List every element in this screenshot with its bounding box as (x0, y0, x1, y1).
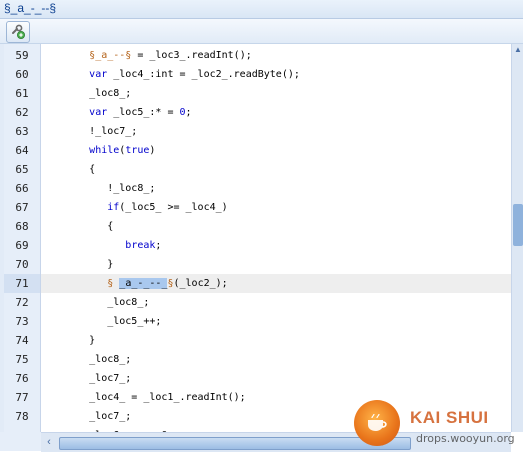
scroll-up-arrow-icon[interactable]: ▲ (512, 44, 523, 56)
toolbar (0, 19, 523, 44)
current-code-line[interactable]: § _a_-_--_§(_loc2_); (41, 274, 511, 293)
code-token: ; (155, 240, 162, 251)
code-token: ) (149, 145, 156, 156)
watermark: KAI SHUI drops.wooyun.org (354, 400, 523, 451)
line-number: 70 (15, 258, 29, 271)
code-token: _loc5_:* = (107, 107, 180, 118)
line-number: 69 (15, 239, 29, 252)
code-token: } (41, 259, 114, 270)
scroll-corner (0, 432, 41, 451)
line-number: 74 (15, 334, 29, 347)
line-number: 63 (15, 125, 29, 138)
line-number: 76 (15, 372, 29, 385)
code-line[interactable]: _loc7_; (41, 369, 511, 388)
code-token: while (89, 145, 120, 156)
code-line[interactable]: var _loc5_:* = 0; (41, 103, 511, 122)
code-token: §_a_--§ (89, 50, 132, 61)
code-token: (_loc5_ >= _loc4_) (119, 202, 228, 213)
line-number: 67 (15, 201, 29, 214)
vertical-scrollbar[interactable]: ▲ (511, 44, 523, 432)
code-line[interactable]: if(_loc5_ >= _loc4_) (41, 198, 511, 217)
line-number: 72 (15, 296, 29, 309)
window-title: §_a_-_--§ (4, 1, 57, 15)
line-number: 75 (15, 353, 29, 366)
code-token: _loc4_ = _loc1_.readInt(); (41, 392, 246, 403)
code-token: ; (185, 107, 192, 118)
code-line[interactable]: _loc8_; (41, 84, 511, 103)
code-token: = _loc3_.readInt(); (131, 50, 252, 61)
line-number: 71 (4, 274, 40, 293)
line-number: 61 (15, 87, 29, 100)
code-token: !_loc8_; (41, 183, 156, 194)
code-token: break (125, 240, 156, 251)
scroll-left-arrow-icon[interactable]: ‹ (43, 435, 55, 449)
line-number: 60 (15, 68, 29, 81)
settings-link-icon (12, 24, 25, 39)
kaishui-logo (354, 400, 400, 446)
code-line[interactable]: _loc5_++; (41, 312, 511, 331)
line-number: 62 (15, 106, 29, 119)
code-token: var (89, 107, 108, 118)
code-line[interactable]: } (41, 255, 511, 274)
line-number: 73 (15, 315, 29, 328)
line-number: 64 (15, 144, 29, 157)
code-line[interactable]: !_loc7_; (41, 122, 511, 141)
watermark-site: drops.wooyun.org (416, 432, 515, 445)
line-number: 68 (15, 220, 29, 233)
code-token: _loc8_; (41, 354, 132, 365)
code-token: _loc8_; (41, 88, 132, 99)
code-token: _loc7_; (41, 411, 132, 422)
settings-link-button[interactable] (6, 21, 30, 43)
code-token: { (41, 164, 96, 175)
code-token: _loc7_; (41, 373, 132, 384)
code-line[interactable]: §_a_--§ = _loc3_.readInt(); (41, 46, 511, 65)
code-line[interactable]: { (41, 217, 511, 236)
code-token: true (125, 145, 150, 156)
selected-token: _a_-_--_ (119, 278, 168, 289)
code-line[interactable]: { (41, 160, 511, 179)
watermark-brand: KAI SHUI (410, 408, 489, 427)
line-number: 77 (15, 391, 29, 404)
code-line[interactable]: _loc8_; (41, 293, 511, 312)
code-line[interactable]: _loc8_; (41, 350, 511, 369)
line-number: 65 (15, 163, 29, 176)
code-token: _loc4_:int = _loc2_.readByte(); (107, 69, 300, 80)
code-token: if (107, 202, 120, 213)
code-line[interactable]: var _loc4_:int = _loc2_.readByte(); (41, 65, 511, 84)
code-editor[interactable]: §_a_--§ = _loc3_.readInt(); var _loc4_:i… (41, 44, 511, 432)
code-token: var (89, 69, 108, 80)
teacup-icon (368, 414, 387, 431)
code-token: _loc8_; (41, 297, 150, 308)
code-token: (_loc2_); (173, 278, 228, 289)
code-token: _loc5_++; (41, 316, 162, 327)
line-number: 66 (15, 182, 29, 195)
line-number: 78 (15, 410, 29, 423)
code-token: { (41, 221, 114, 232)
code-line[interactable]: } (41, 331, 511, 350)
line-number: 59 (15, 49, 29, 62)
code-line[interactable]: break; (41, 236, 511, 255)
title-bar: §_a_-_--§ (0, 0, 523, 19)
code-token: !_loc7_; (41, 126, 138, 137)
vertical-scroll-thumb[interactable] (513, 204, 523, 246)
code-token: } (41, 335, 96, 346)
code-line[interactable]: !_loc8_; (41, 179, 511, 198)
code-line[interactable]: while(true) (41, 141, 511, 160)
line-number-gutter: 59 60 61 62 63 64 65 66 67 68 69 70 71 72 73 74 75 76 77 78 (4, 44, 41, 432)
